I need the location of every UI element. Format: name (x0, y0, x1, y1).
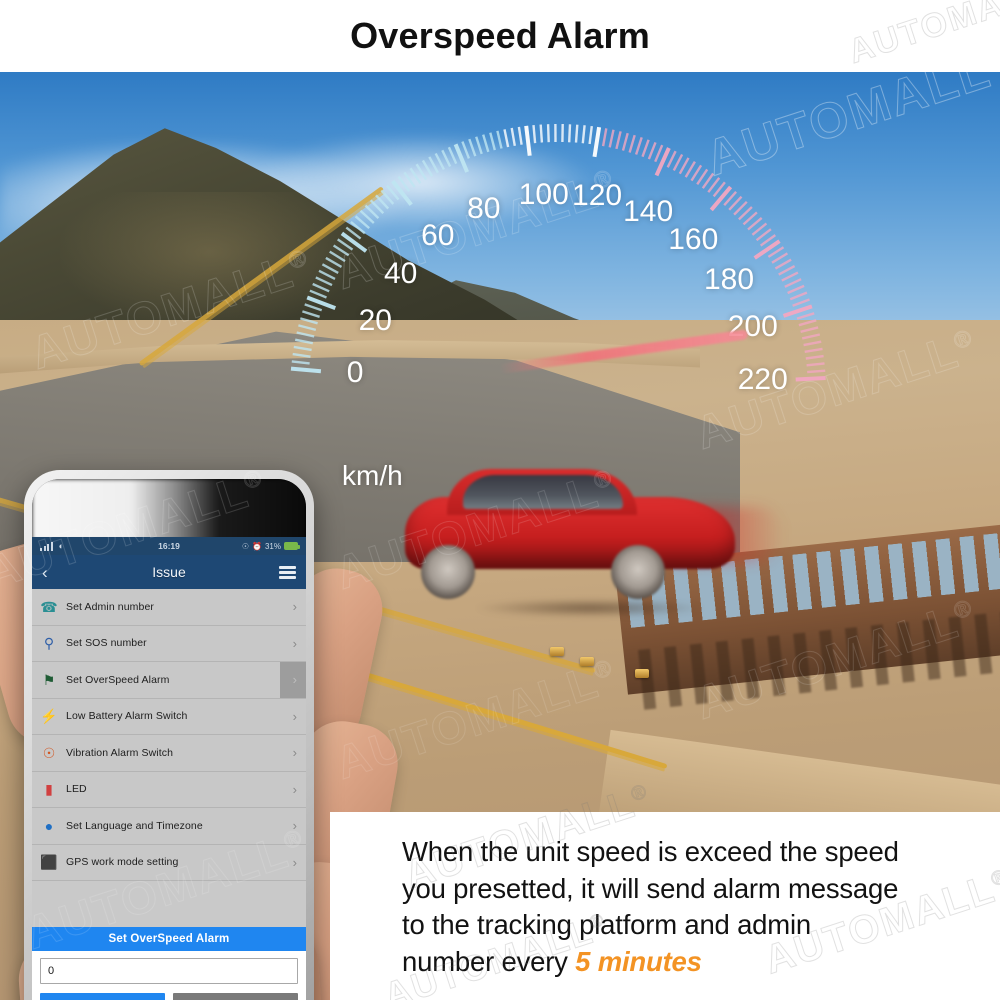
caption-line-4: number every 5 minutes (402, 944, 986, 981)
gps-device-icon: ⬛ (40, 854, 58, 871)
car-wheel-rear (611, 545, 665, 599)
road-reflector (550, 647, 564, 656)
settings-row-label: Vibration Alarm Switch (66, 746, 174, 759)
road-reflector (635, 669, 649, 678)
page-title: Overspeed Alarm (350, 15, 650, 56)
settings-row-label: Set Admin number (66, 600, 154, 613)
settings-row[interactable]: ⚑ Set OverSpeed Alarm › (32, 662, 306, 699)
map-pin-icon: ☉ (42, 744, 56, 761)
chevron-right-icon: › (292, 818, 297, 834)
low-battery-icon: ⚡ (40, 708, 58, 725)
chevron-right-icon: › (292, 708, 297, 724)
product-infographic: Overspeed Alarm AUTOMALL (0, 0, 1000, 1000)
caption-highlight: 5 minutes (575, 945, 702, 977)
chevron-right-icon: › (292, 672, 297, 688)
red-car (405, 467, 785, 621)
chevron-right-icon: › (292, 635, 297, 651)
caption-line-3: to the tracking platform and admin (402, 909, 811, 941)
settings-row[interactable]: ⚡ Low Battery Alarm Switch › (32, 699, 306, 735)
list-menu-icon[interactable] (279, 565, 296, 579)
page-title-bar: Overspeed Alarm (0, 0, 1000, 72)
caption-panel: When the unit speed is exceed the speed … (330, 812, 1000, 1000)
settings-row[interactable]: ● Set Language and Timezone › (32, 808, 306, 845)
battery-percent: 31% (264, 541, 281, 551)
settings-row-label: Set OverSpeed Alarm (66, 673, 170, 686)
car-wheel-front (421, 545, 475, 599)
smartphone: ◐ 16:19 ☉ ⏰ 31% ‹ Issue ☎ Set Admin numb… (24, 470, 314, 1000)
dialog-field-wrap (32, 951, 306, 989)
cancel-button[interactable]: Cancel (173, 993, 298, 1000)
overspeed-value-input[interactable] (40, 958, 298, 984)
led-bulb-icon: ▮ (45, 781, 53, 798)
settings-row-label: LED (66, 783, 87, 796)
ok-button[interactable]: OK (40, 993, 165, 1000)
settings-row[interactable]: ⬛ GPS work mode setting › (32, 845, 306, 881)
flag-icon: ⚑ (42, 671, 56, 688)
car-shadow (425, 595, 755, 621)
caption-line-1: When the unit speed is exceed the speed (402, 836, 899, 867)
app-nav-bar: ‹ Issue (32, 555, 306, 589)
chevron-right-icon: › (292, 781, 297, 797)
settings-row-label: Low Battery Alarm Switch (66, 710, 188, 723)
status-right: ☉ ⏰ 31% (241, 541, 300, 551)
settings-row[interactable]: ☎ Set Admin number › (32, 589, 306, 626)
caption-line-4-prefix: number every (402, 945, 576, 977)
car-windows (463, 475, 623, 509)
location-icon: ☉ (241, 541, 250, 551)
alarm-icon: ⏰ (252, 541, 262, 551)
settings-list: ☎ Set Admin number › ⚲ Set SOS number › ⚑ Set O… (32, 589, 306, 881)
settings-row-label: GPS work mode setting (66, 856, 179, 869)
settings-row-label: Set SOS number (66, 637, 147, 650)
battery-icon (284, 542, 300, 550)
globe-icon: ● (44, 817, 54, 834)
dialog-buttons: OK Cancel (32, 989, 306, 1000)
settings-row[interactable]: ☉ Vibration Alarm Switch › (32, 735, 306, 772)
caption-line-2: you presetted, it will send alarm messag… (402, 872, 899, 904)
screen-glare (32, 479, 306, 541)
road-reflector (580, 657, 594, 666)
settings-row[interactable]: ▮ LED › (32, 772, 306, 808)
phone-status-bar: ◐ 16:19 ☉ ⏰ 31% (32, 537, 306, 555)
dialog-title: Set OverSpeed Alarm (32, 927, 306, 951)
settings-row-label: Set Language and Timezone (66, 819, 203, 832)
phone-screen: ◐ 16:19 ☉ ⏰ 31% ‹ Issue ☎ Set Admin numb… (32, 479, 306, 1000)
group-people-icon: ⚲ (43, 635, 55, 652)
screen-title: Issue (152, 564, 186, 580)
chevron-right-icon: › (292, 854, 297, 870)
settings-row[interactable]: ⚲ Set SOS number › (32, 626, 306, 662)
overspeed-dialog: Set OverSpeed Alarm OK Cancel (32, 927, 306, 1000)
telephone-icon: ☎ (40, 598, 58, 615)
chevron-right-icon: › (292, 599, 297, 615)
tracker-app: ◐ 16:19 ☉ ⏰ 31% ‹ Issue ☎ Set Admin numb… (32, 537, 306, 1000)
chevron-right-icon: › (292, 745, 297, 761)
